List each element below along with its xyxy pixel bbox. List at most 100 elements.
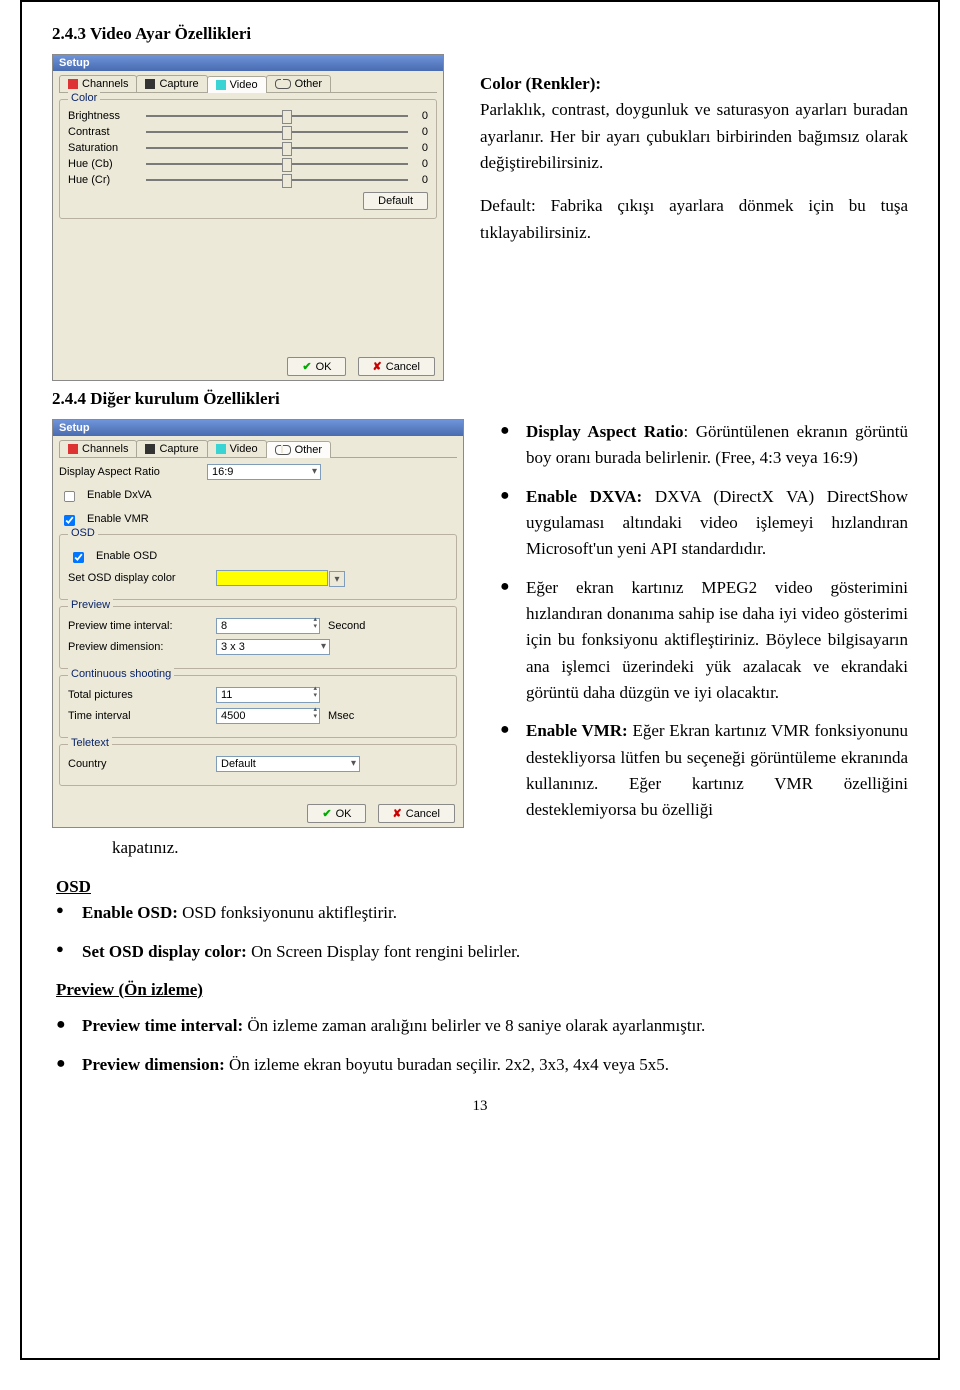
brightness-value: 0 xyxy=(414,110,428,122)
tab-capture[interactable]: Capture xyxy=(136,75,207,92)
tab-strip: Channels Capture Video Other xyxy=(59,440,457,458)
enable-dxva-heading: Enable DXVA: xyxy=(526,487,642,506)
video-icon xyxy=(216,444,226,454)
tab-other[interactable]: Other xyxy=(266,441,332,458)
enable-vmr-label: Enable VMR xyxy=(87,513,149,525)
paragraph: Default: Fabrika çıkışı ayarlara dönmek … xyxy=(480,193,908,246)
contrast-label: Contrast xyxy=(68,126,140,138)
feature-bullet-list: Display Aspect Ratio: Görüntülenen ekran… xyxy=(500,419,908,824)
hue-cr-label: Hue (Cr) xyxy=(68,174,140,186)
enable-osd-label: Enable OSD xyxy=(96,550,157,562)
aspect-ratio-heading: Display Aspect Ratio xyxy=(526,422,684,441)
paragraph-body: Parlaklık, contrast, doygunluk ve satura… xyxy=(480,100,908,172)
cancel-button[interactable]: ✘Cancel xyxy=(358,357,435,376)
osd-heading: OSD xyxy=(56,874,908,900)
saturation-value: 0 xyxy=(414,142,428,154)
enable-dxva-label: Enable DxVA xyxy=(87,489,152,501)
preview-time-spinner[interactable]: 8 xyxy=(216,618,320,634)
check-icon: ✔ xyxy=(302,360,311,373)
hue-cr-slider[interactable] xyxy=(146,179,408,181)
section-heading-other: 2.4.4 Diğer kurulum Özellikleri xyxy=(52,389,908,409)
list-item: Display Aspect Ratio: Görüntülenen ekran… xyxy=(500,419,908,472)
enable-vmr-checkbox[interactable] xyxy=(64,515,75,526)
page-number: 13 xyxy=(52,1098,908,1115)
group-title: Preview xyxy=(68,599,113,611)
setup-dialog-video: Setup Channels Capture Video Other Color… xyxy=(52,54,444,381)
other-icon xyxy=(275,445,291,455)
tab-label: Video xyxy=(230,79,258,91)
tab-video[interactable]: Video xyxy=(207,440,267,457)
hue-cb-label: Hue (Cb) xyxy=(68,158,140,170)
continuous-shooting-group: Continuous shooting Total pictures11 Tim… xyxy=(59,675,457,738)
time-interval-spinner[interactable]: 4500 xyxy=(216,708,320,724)
enable-osd-checkbox[interactable] xyxy=(73,552,84,563)
saturation-label: Saturation xyxy=(68,142,140,154)
total-pictures-spinner[interactable]: 11 xyxy=(216,687,320,703)
list-item: Preview time interval: Ön izleme zaman a… xyxy=(56,1013,908,1039)
tab-video[interactable]: Video xyxy=(207,76,267,93)
dialog-title: Setup xyxy=(53,420,463,436)
group-title: Color xyxy=(68,92,100,104)
ok-button[interactable]: ✔OK xyxy=(307,804,366,823)
cancel-button[interactable]: ✘Cancel xyxy=(378,804,455,823)
teletext-group: Teletext CountryDefault xyxy=(59,744,457,786)
video-icon xyxy=(216,80,226,90)
kapatiniz-text: kapatınız. xyxy=(112,838,908,858)
time-interval-unit: Msec xyxy=(328,710,354,722)
saturation-slider[interactable] xyxy=(146,147,408,149)
list-item: Preview dimension: Ön izleme ekran boyut… xyxy=(56,1052,908,1078)
preview-time-unit: Second xyxy=(328,620,365,632)
check-icon: ✔ xyxy=(322,807,331,820)
capture-icon xyxy=(145,444,155,454)
other-icon xyxy=(275,79,291,89)
tab-capture[interactable]: Capture xyxy=(136,440,207,457)
channels-icon xyxy=(68,79,78,89)
contrast-slider[interactable] xyxy=(146,131,408,133)
enable-dxva-checkbox[interactable] xyxy=(64,491,75,502)
tab-label: Capture xyxy=(159,78,198,90)
aspect-ratio-combo[interactable]: 16:9 xyxy=(207,464,321,480)
preview-dim-label: Preview dimension: xyxy=(68,641,208,653)
group-title: Teletext xyxy=(68,737,112,749)
osd-color-label: Set OSD display color xyxy=(68,572,208,584)
group-title: Continuous shooting xyxy=(68,668,174,680)
dialog-title: Setup xyxy=(53,55,443,71)
section-heading-video: 2.4.3 Video Ayar Özellikleri xyxy=(52,24,908,44)
list-item: Set OSD display color: On Screen Display… xyxy=(56,939,908,965)
tab-strip: Channels Capture Video Other xyxy=(59,75,437,93)
country-combo[interactable]: Default xyxy=(216,756,360,772)
tab-label: Channels xyxy=(82,78,128,90)
hue-cb-value: 0 xyxy=(414,158,428,170)
setup-dialog-other: Setup Channels Capture Video Other Displ… xyxy=(52,419,464,828)
tab-other[interactable]: Other xyxy=(266,75,332,92)
enable-vmr-heading: Enable VMR: xyxy=(526,721,628,740)
default-button[interactable]: Default xyxy=(363,192,428,210)
preview-dim-combo[interactable]: 3 x 3 xyxy=(216,639,330,655)
close-icon: ✘ xyxy=(373,360,382,373)
paragraph: Color (Renkler): Parlaklık, contrast, do… xyxy=(480,71,908,176)
country-label: Country xyxy=(68,758,208,770)
close-icon: ✘ xyxy=(393,807,402,820)
osd-color-combo[interactable] xyxy=(216,570,328,586)
tab-label: Other xyxy=(295,78,323,90)
tab-channels[interactable]: Channels xyxy=(59,75,137,92)
hue-cb-slider[interactable] xyxy=(146,163,408,165)
osd-bullet-list: Enable OSD: OSD fonksiyonunu aktifleştir… xyxy=(56,900,908,965)
color-group: Color Brightness0 Contrast0 Saturation0 … xyxy=(59,99,437,219)
tab-channels[interactable]: Channels xyxy=(59,440,137,457)
list-item: Eğer ekran kartınız MPEG2 video gösterim… xyxy=(500,575,908,707)
aspect-ratio-label: Display Aspect Ratio xyxy=(59,466,199,478)
brightness-label: Brightness xyxy=(68,110,140,122)
preview-bullet-list: Preview time interval: Ön izleme zaman a… xyxy=(56,1013,908,1078)
channels-icon xyxy=(68,444,78,454)
group-title: OSD xyxy=(68,527,98,539)
time-interval-label: Time interval xyxy=(68,710,208,722)
color-heading: Color (Renkler): xyxy=(480,74,601,93)
contrast-value: 0 xyxy=(414,126,428,138)
osd-group: OSD Enable OSD Set OSD display color xyxy=(59,534,457,600)
brightness-slider[interactable] xyxy=(146,115,408,117)
preview-heading: Preview (Ön izleme) xyxy=(56,977,908,1003)
ok-button[interactable]: ✔OK xyxy=(287,357,346,376)
preview-group: Preview Preview time interval:8 Second P… xyxy=(59,606,457,669)
total-pictures-label: Total pictures xyxy=(68,689,208,701)
